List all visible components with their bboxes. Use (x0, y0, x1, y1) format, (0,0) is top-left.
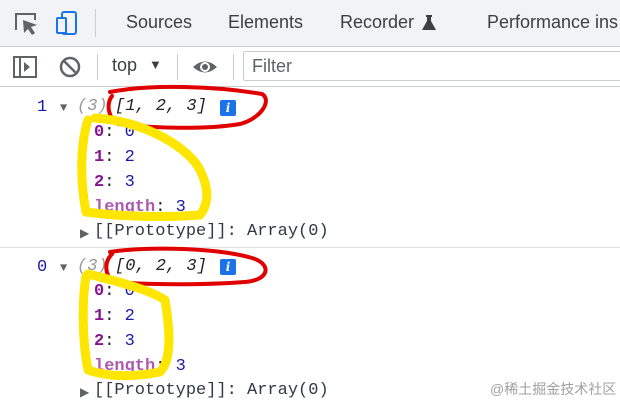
property-key: 1 (94, 307, 105, 326)
tab-recorder[interactable]: Recorder (340, 12, 436, 33)
inspect-icon[interactable] (11, 8, 41, 38)
property-value: 2 (124, 148, 135, 167)
devtools-tab-bar: Sources Elements Recorder Performance in… (0, 0, 620, 47)
array-property: 2: 3 (94, 173, 135, 192)
console-toolbar: top ▼ (0, 47, 620, 87)
clear-console-icon[interactable] (56, 53, 84, 81)
prototype-row[interactable]: [[Prototype]]: Array(0) (94, 381, 329, 400)
prototype-value: Array(0) (247, 381, 329, 400)
sidebar-toggle-icon[interactable] (11, 53, 39, 81)
filter-input[interactable] (243, 51, 620, 81)
expand-triangle-icon[interactable]: ▶ (80, 226, 89, 241)
toolbar-separator (233, 54, 234, 80)
property-key: 1 (94, 148, 105, 167)
array-preview[interactable]: [1, 2, 3] (115, 97, 207, 116)
expand-triangle-icon[interactable]: ▼ (60, 261, 67, 275)
property-key: 2 (94, 173, 105, 192)
property-value: 3 (124, 173, 135, 192)
device-toolbar-icon[interactable] (54, 8, 84, 38)
property-value: 3 (175, 357, 186, 376)
property-value: 0 (124, 282, 135, 301)
tab-performance-insights[interactable]: Performance ins (487, 12, 618, 33)
eye-icon[interactable] (191, 53, 219, 81)
array-property: 0: 0 (94, 282, 135, 301)
prototype-value: Array(0) (247, 222, 329, 241)
property-value: 0 (124, 123, 135, 142)
dropdown-caret-icon[interactable]: ▼ (149, 57, 162, 72)
watermark: @稀土掘金技术社区 (490, 381, 617, 397)
tab-elements[interactable]: Elements (228, 12, 303, 33)
array-property: 0: 0 (94, 123, 135, 142)
property-key: 2 (94, 332, 105, 351)
array-property: 1: 2 (94, 148, 135, 167)
array-preview[interactable]: [0, 2, 3] (115, 257, 207, 276)
log-value: 1 (37, 98, 48, 117)
tab-bar-separator (95, 9, 96, 37)
array-length-prefix: (3) (77, 257, 108, 276)
array-length-prefix: (3) (77, 97, 108, 116)
info-icon[interactable]: i (220, 100, 236, 116)
tab-sources[interactable]: Sources (126, 12, 192, 33)
property-key: 0 (94, 282, 105, 301)
array-property: 1: 2 (94, 307, 135, 326)
array-property: length: 3 (94, 357, 186, 376)
property-key: length (94, 357, 156, 376)
context-selector[interactable]: top (112, 55, 137, 76)
prototype-row[interactable]: [[Prototype]]: Array(0) (94, 222, 329, 241)
array-property: 2: 3 (94, 332, 135, 351)
expand-triangle-icon[interactable]: ▶ (80, 385, 89, 400)
property-value: 3 (175, 198, 186, 217)
toolbar-separator (97, 54, 98, 80)
log-value: 0 (37, 258, 48, 277)
toolbar-separator (177, 54, 178, 80)
prototype-key: [[Prototype]] (94, 222, 227, 241)
property-key: 0 (94, 123, 105, 142)
array-property: length: 3 (94, 198, 186, 217)
expand-triangle-icon[interactable]: ▼ (60, 101, 67, 115)
info-icon[interactable]: i (220, 259, 236, 275)
tab-recorder-label: Recorder (340, 12, 415, 32)
prototype-key: [[Prototype]] (94, 381, 227, 400)
property-value: 3 (124, 332, 135, 351)
property-key: length (94, 198, 156, 217)
console-message: 1 ▼ (3) [1, 2, 3] i 0: 0 1: 2 2: 3 lengt… (0, 87, 620, 246)
flask-icon (422, 15, 436, 30)
property-value: 2 (124, 307, 135, 326)
